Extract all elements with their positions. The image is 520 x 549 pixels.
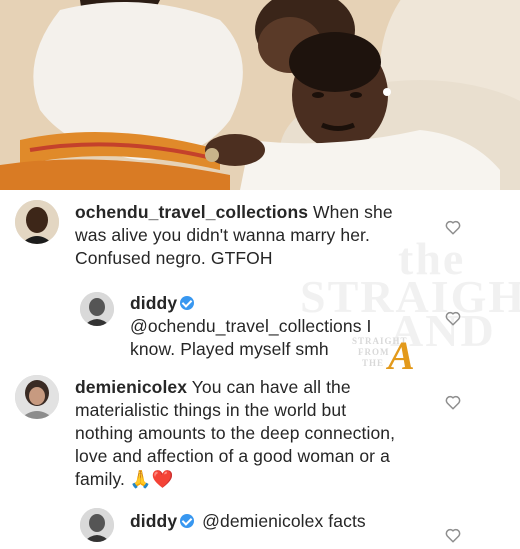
avatar-image — [80, 508, 114, 542]
comment-text: ochendu_travel_collections When she was … — [75, 201, 393, 270]
comment-line-1: When she — [308, 202, 393, 222]
avatar-image — [15, 375, 59, 419]
logo-small-2: FROM — [358, 347, 390, 357]
avatar[interactable] — [80, 508, 114, 542]
verified-badge-icon — [180, 514, 195, 528]
comment-line-3: nothing amounts to the deep connection, — [75, 423, 396, 443]
heart-outline-icon[interactable] — [444, 309, 462, 327]
comment-line-3: Confused negro. GTFOH — [75, 248, 273, 268]
heart-outline-icon[interactable] — [444, 526, 462, 544]
comment-line-1: @ochendu_travel_collections I — [130, 316, 372, 336]
avatar-image — [80, 292, 114, 326]
comment-line-2: was alive you didn't wanna marry her. — [75, 225, 370, 245]
comment-line-1: @demienicolex facts — [202, 511, 366, 531]
logo-small-3: THE — [362, 358, 385, 368]
watermark-logo: STRAIGHT FROM THE A — [352, 333, 422, 378]
comment-text: demienicolex You can have all the materi… — [75, 376, 395, 491]
heart-outline-icon[interactable] — [444, 393, 462, 411]
comment-username[interactable]: diddy — [130, 511, 177, 531]
comment-text: diddy @ochendu_travel_collections I know… — [130, 292, 372, 361]
logo-letter: A — [388, 333, 415, 378]
comment-username[interactable]: ochendu_travel_collections — [75, 202, 308, 222]
comment-text: diddy @demienicolex facts — [130, 510, 366, 533]
comment-line-1: You can have all the — [187, 377, 351, 397]
heart-outline-icon[interactable] — [444, 218, 462, 236]
avatar[interactable] — [15, 375, 59, 419]
comment-username[interactable]: diddy — [130, 293, 177, 313]
comment-line-4: love and affection of a good woman or a — [75, 446, 390, 466]
post-photo — [0, 0, 520, 190]
comment-line-2: materialistic things in the world but — [75, 400, 347, 420]
photo-illustration — [0, 0, 520, 190]
comment-line-2: know. Played myself smh — [130, 339, 329, 359]
verified-badge-icon — [180, 296, 195, 310]
avatar-image — [15, 200, 59, 244]
avatar[interactable] — [15, 200, 59, 244]
comment-username[interactable]: demienicolex — [75, 377, 187, 397]
comment-line-5: family. 🙏❤️ — [75, 469, 174, 489]
avatar[interactable] — [80, 292, 114, 326]
